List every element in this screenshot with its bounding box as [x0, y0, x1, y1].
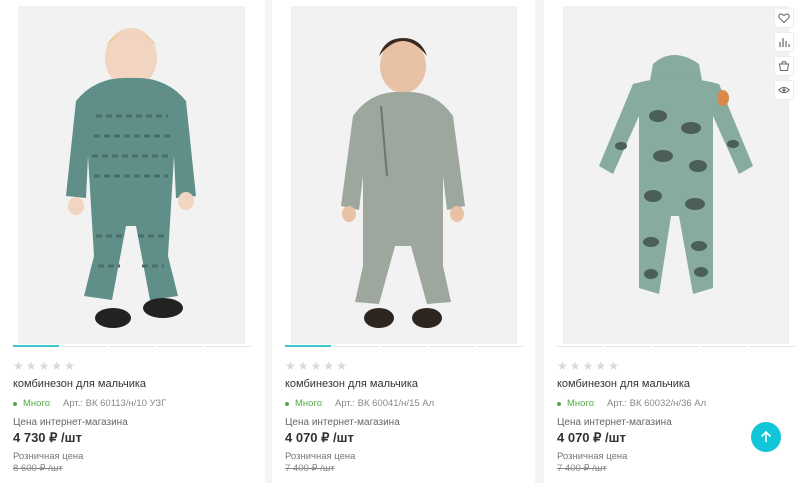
star-icon: ★ [323, 359, 335, 373]
retail-price: 7 400 ₽ /шт [285, 463, 335, 474]
product-photo[interactable] [18, 6, 245, 344]
rating-stars: ★ ★ ★ ★ ★ [557, 360, 619, 372]
price-label: Цена интернет-магазина [13, 417, 128, 428]
star-icon: ★ [310, 359, 322, 373]
retail-price: 8 600 ₽ /шт [13, 463, 63, 474]
star-icon: ★ [608, 359, 619, 373]
product-title[interactable]: комбинезон для мальчика [285, 378, 418, 390]
rating-stars: ★ ★ ★ ★ ★ [285, 360, 347, 372]
star-icon: ★ [51, 359, 63, 373]
product-grid: ★ ★ ★ ★ ★ комбинезон для мальчика Много Арт.… [0, 0, 800, 483]
star-icon: ★ [557, 359, 568, 373]
rating-stars: ★ ★ ★ ★ ★ [13, 360, 75, 372]
stock-dot-icon [13, 401, 17, 406]
star-icon: ★ [569, 359, 581, 373]
article-number: Арт.: ВК 60113/н/10 УЗГ [62, 398, 167, 409]
price: 4 070 ₽ /шт [285, 430, 354, 445]
stock-status: Много [567, 398, 594, 409]
cart-icon[interactable] [774, 56, 794, 76]
star-icon: ★ [285, 359, 296, 373]
image-slider-indicator[interactable] [557, 345, 795, 347]
product-photo[interactable] [291, 6, 517, 344]
star-icon: ★ [297, 359, 309, 373]
star-icon: ★ [582, 359, 594, 373]
star-icon: ★ [13, 359, 24, 373]
retail-price-label: Розничная цена [13, 451, 84, 462]
star-icon: ★ [595, 359, 607, 373]
product-actions [774, 8, 794, 100]
price: 4 730 ₽ /шт [13, 430, 82, 445]
stock-row: Много Арт.: ВК 60113/н/10 УЗГ [13, 398, 166, 409]
article-number: Арт.: ВК 60032/н/36 Ал [606, 398, 707, 409]
compare-icon[interactable] [774, 32, 794, 52]
retail-price-label: Розничная цена [557, 451, 628, 462]
retail-price: 7 400 ₽ /шт [557, 463, 607, 474]
stock-status: Много [23, 398, 50, 409]
article-number: Арт.: ВК 60041/н/15 Ал [334, 398, 435, 409]
scroll-to-top-button[interactable] [751, 422, 781, 452]
image-slider-indicator[interactable] [285, 345, 523, 347]
star-icon: ★ [64, 359, 75, 373]
stock-row: Много Арт.: ВК 60041/н/15 Ал [285, 398, 434, 409]
product-card[interactable]: ★ ★ ★ ★ ★ комбинезон для мальчика Много Арт.… [272, 0, 535, 483]
stock-dot-icon [285, 401, 289, 406]
stock-row: Много Арт.: ВК 60032/н/36 Ал [557, 398, 706, 409]
price-label: Цена интернет-магазина [285, 417, 400, 428]
product-title[interactable]: комбинезон для мальчика [557, 378, 690, 390]
star-icon: ★ [336, 359, 347, 373]
star-icon: ★ [25, 359, 37, 373]
star-icon: ★ [38, 359, 50, 373]
price-label: Цена интернет-магазина [557, 417, 672, 428]
product-card[interactable]: ★ ★ ★ ★ ★ комбинезон для мальчика Много Арт.… [544, 0, 800, 483]
product-card[interactable]: ★ ★ ★ ★ ★ комбинезон для мальчика Много Арт.… [0, 0, 265, 483]
image-slider-indicator[interactable] [13, 345, 251, 347]
stock-dot-icon [557, 401, 561, 406]
eye-icon[interactable] [774, 80, 794, 100]
product-title[interactable]: комбинезон для мальчика [13, 378, 146, 390]
arrow-up-icon [760, 430, 772, 442]
price: 4 070 ₽ /шт [557, 430, 626, 445]
retail-price-label: Розничная цена [285, 451, 356, 462]
product-photo[interactable] [563, 6, 789, 344]
stock-status: Много [295, 398, 322, 409]
heart-icon[interactable] [774, 8, 794, 28]
